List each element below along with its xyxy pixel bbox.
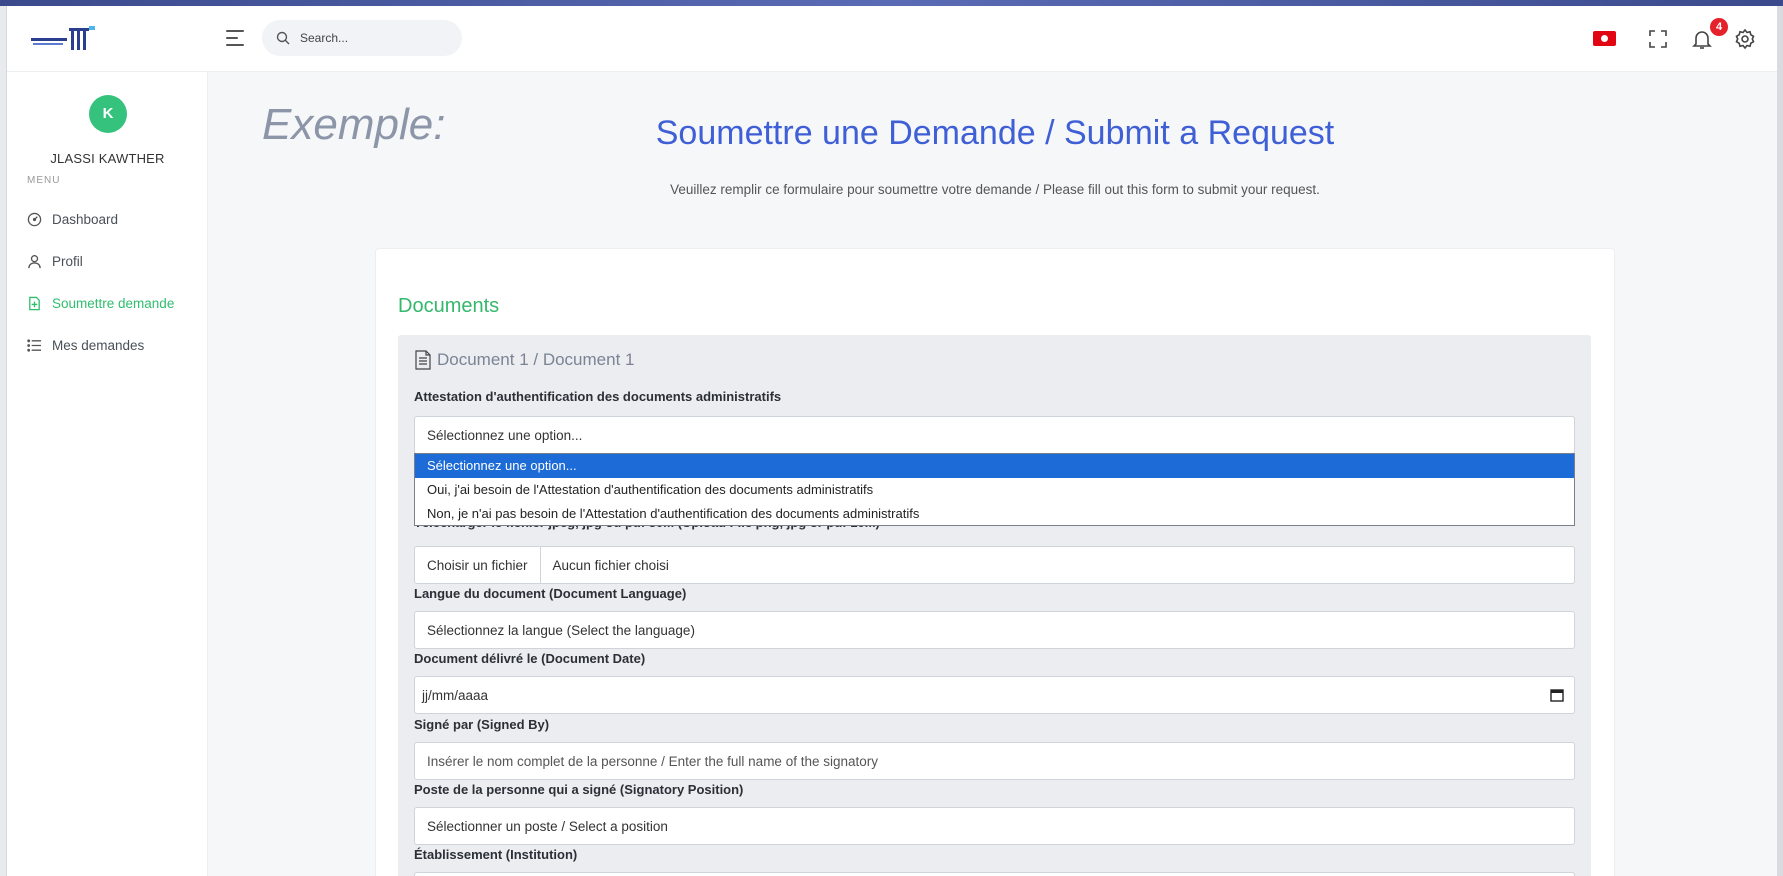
- calendar-icon[interactable]: [1550, 688, 1564, 702]
- sidebar-item-mes-demandes[interactable]: Mes demandes: [27, 334, 144, 356]
- date-label: Document délivré le (Document Date): [414, 651, 646, 666]
- bell-icon[interactable]: [1691, 28, 1713, 50]
- document-heading-text: Document 1 / Document 1: [437, 350, 635, 369]
- search-input[interactable]: [300, 31, 440, 45]
- sidebar-item-label: Mes demandes: [52, 337, 145, 353]
- sidebar-item-soumettre-demande[interactable]: Soumettre demande: [27, 292, 174, 314]
- page-subtitle: Veuillez remplir ce formulaire pour soum…: [670, 182, 1320, 197]
- example-label: Exemple:: [262, 100, 446, 149]
- user-icon: [28, 254, 41, 268]
- gauge-icon: [27, 212, 42, 226]
- sidebar-item-profil[interactable]: Profil: [27, 250, 83, 272]
- institution-select[interactable]: [414, 872, 1575, 876]
- attestation-select[interactable]: Sélectionnez une option...: [414, 416, 1575, 454]
- signed-by-label: Signé par (Signed By): [414, 717, 550, 732]
- sidebar-item-dashboard[interactable]: Dashboard: [27, 208, 118, 230]
- language-label: Langue du document (Document Language): [414, 586, 687, 601]
- language-select-value: Sélectionnez la langue (Select the langu…: [427, 622, 695, 638]
- document-heading: Document 1 / Document 1: [414, 350, 634, 370]
- gear-icon[interactable]: [1734, 28, 1756, 50]
- file-upload-input[interactable]: Choisir un fichier Aucun fichier choisi: [414, 546, 1575, 584]
- attestation-label: Attestation d'authentification des docum…: [414, 389, 782, 404]
- dropdown-option[interactable]: Non, je n'ai pas besoin de l'Attestation…: [415, 502, 1574, 526]
- signatory-position-label: Poste de la personne qui a signé (Signat…: [414, 782, 744, 797]
- flag-icon[interactable]: [1593, 31, 1616, 46]
- signatory-position-select[interactable]: Sélectionner un poste / Select a positio…: [414, 807, 1575, 845]
- attestation-select-value: Sélectionnez une option...: [427, 427, 583, 443]
- fullscreen-icon[interactable]: [1647, 28, 1669, 50]
- choose-file-button[interactable]: Choisir un fichier: [427, 547, 541, 583]
- section-title: Documents: [398, 295, 500, 317]
- sidebar-item-label: Profil: [52, 253, 83, 269]
- search-icon: [276, 31, 290, 45]
- signed-by-input[interactable]: Insérer le nom complet de la personne / …: [414, 742, 1575, 780]
- sidebar-item-label: Soumettre demande: [52, 295, 175, 311]
- sidebar-item-label: Dashboard: [52, 211, 119, 227]
- date-value: jj/mm/aaaa: [422, 687, 489, 703]
- file-status: Aucun fichier choisi: [552, 557, 669, 573]
- notification-badge: 4: [1710, 18, 1728, 36]
- window-scrollbar[interactable]: [1777, 6, 1783, 876]
- top-header: 4: [7, 6, 1777, 72]
- language-select[interactable]: Sélectionnez la langue (Select the langu…: [414, 611, 1575, 649]
- user-name: JLASSI KAWTHER: [50, 151, 165, 166]
- sidebar: K JLASSI KAWTHER MENU Dashboard Profil S…: [7, 72, 208, 876]
- window-left-edge: [0, 6, 7, 876]
- dropdown-option[interactable]: Oui, j'ai besoin de l'Attestation d'auth…: [415, 478, 1574, 502]
- document-date-input[interactable]: jj/mm/aaaa: [414, 676, 1575, 714]
- signatory-position-value: Sélectionner un poste / Select a positio…: [427, 818, 668, 834]
- logo[interactable]: [31, 26, 105, 56]
- institution-label: Établissement (Institution): [414, 847, 578, 862]
- search-bar[interactable]: [262, 20, 462, 56]
- avatar[interactable]: K: [89, 95, 127, 133]
- list-icon: [27, 338, 42, 352]
- document-icon: [415, 350, 431, 370]
- menu-icon[interactable]: [226, 30, 246, 48]
- dropdown-option[interactable]: Sélectionnez une option...: [415, 454, 1574, 478]
- attestation-dropdown-list: Sélectionnez une option... Oui, j'ai bes…: [414, 453, 1575, 526]
- file-plus-icon: [29, 296, 40, 310]
- menu-label: MENU: [27, 175, 61, 186]
- page-title: Soumettre une Demande / Submit a Request: [655, 114, 1335, 152]
- signed-by-placeholder: Insérer le nom complet de la personne / …: [427, 753, 878, 769]
